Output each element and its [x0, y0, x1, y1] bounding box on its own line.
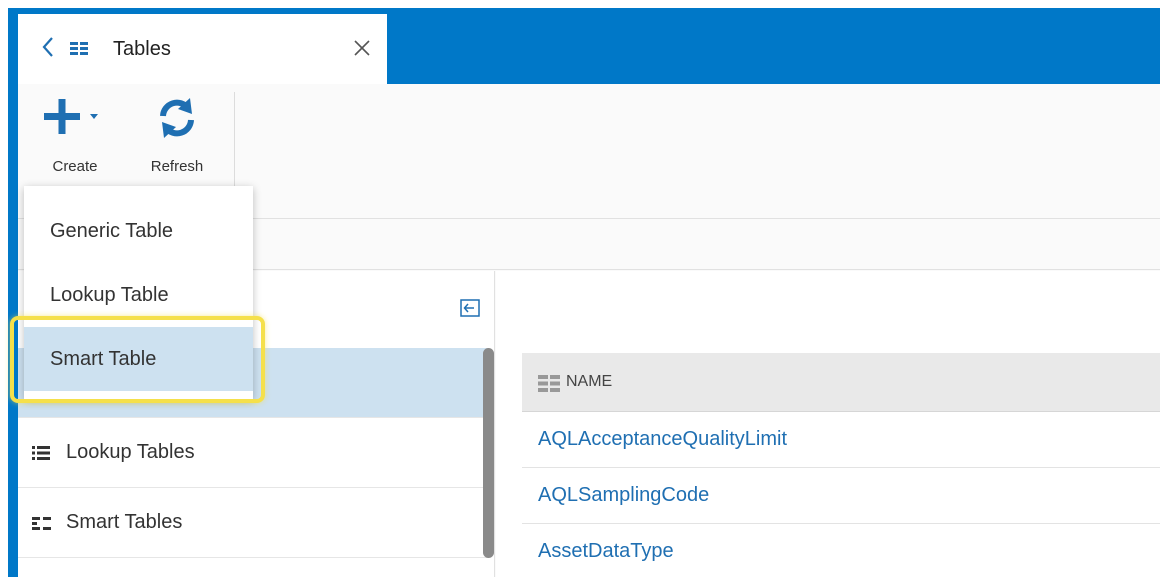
table-header: NAME [522, 353, 1160, 412]
chevron-left-icon[interactable] [38, 33, 60, 61]
grid-icon [538, 375, 560, 392]
smart-list-icon [32, 517, 51, 530]
table-panel: NAME AQLAcceptanceQualityLimit AQLSampli… [496, 271, 1160, 577]
refresh-button[interactable]: Refresh [143, 94, 211, 175]
table-row[interactable]: AQLAcceptanceQualityLimit [522, 412, 1160, 468]
menu-item-label: Lookup Table [50, 284, 169, 306]
collapse-panel-icon[interactable] [459, 298, 481, 318]
tab-tables[interactable]: Tables [18, 14, 387, 84]
table-cell-link[interactable]: AQLAcceptanceQualityLimit [538, 428, 787, 451]
table-row[interactable]: AssetDataType [522, 524, 1160, 577]
column-header-name[interactable]: NAME [566, 373, 612, 391]
grid-icon [70, 42, 88, 55]
sidebar-item-label: Smart Tables [66, 511, 183, 533]
sidebar-item-label: Lookup Tables [66, 441, 195, 463]
close-icon[interactable] [352, 38, 372, 58]
create-button[interactable]: Create [40, 94, 110, 175]
refresh-label: Refresh [150, 158, 204, 175]
table-cell-link[interactable]: AssetDataType [538, 540, 674, 563]
sidebar-item-lookup-tables[interactable]: Lookup Tables [18, 418, 488, 488]
menu-item-label: Generic Table [50, 220, 174, 242]
refresh-icon [160, 98, 194, 138]
create-dropdown-menu: Generic Table Lookup Table Smart Table [24, 186, 253, 399]
toolbar-divider [234, 92, 235, 192]
menu-item-smart-table[interactable]: Smart Table [24, 327, 253, 391]
list-icon [32, 446, 50, 460]
scrollbar[interactable] [483, 348, 494, 558]
caret-down-icon [90, 114, 98, 119]
create-label: Create [52, 158, 98, 175]
sidebar-item-smart-tables[interactable]: Smart Tables [18, 488, 488, 558]
table-cell-link[interactable]: AQLSamplingCode [538, 484, 709, 507]
table-row[interactable]: AQLSamplingCode [522, 468, 1160, 524]
menu-item-generic-table[interactable]: Generic Table [24, 199, 253, 263]
menu-item-lookup-table[interactable]: Lookup Table [24, 263, 253, 327]
plus-icon [44, 99, 98, 134]
tab-title: Tables [113, 38, 171, 60]
menu-item-label: Smart Table [50, 348, 157, 370]
app-left-edge [8, 8, 18, 577]
